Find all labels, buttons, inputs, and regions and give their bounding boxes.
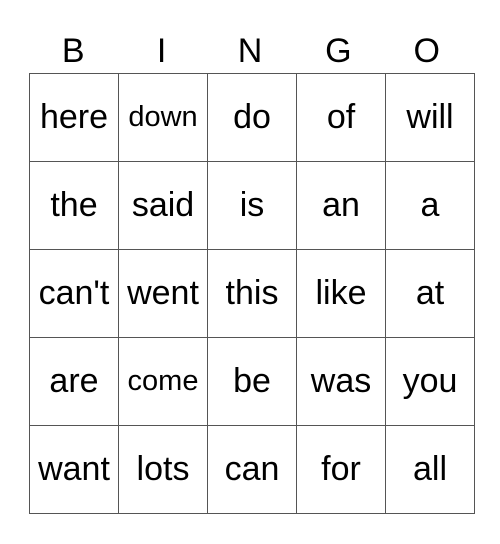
header-letter-g: G bbox=[325, 32, 352, 70]
grid-row: the said is an a bbox=[29, 161, 475, 250]
bingo-cell[interactable]: down bbox=[118, 73, 208, 162]
bingo-cell[interactable]: said bbox=[118, 161, 208, 250]
header-letter-b: B bbox=[61, 32, 85, 70]
header-letter-i: I bbox=[156, 32, 167, 70]
bingo-cell[interactable]: the bbox=[29, 161, 119, 250]
bingo-cell[interactable]: want bbox=[29, 425, 119, 514]
grid-row: want lots can for all bbox=[29, 425, 475, 514]
bingo-cell[interactable]: will bbox=[385, 73, 475, 162]
bingo-cell[interactable]: like bbox=[296, 249, 386, 338]
header-letter-n: N bbox=[237, 32, 263, 70]
bingo-cell[interactable]: a bbox=[385, 161, 475, 250]
bingo-cell[interactable]: you bbox=[385, 337, 475, 426]
bingo-cell[interactable]: be bbox=[207, 337, 297, 426]
bingo-cell[interactable]: can bbox=[207, 425, 297, 514]
grid-row: can't went this like at bbox=[29, 249, 475, 338]
bingo-cell[interactable]: here bbox=[29, 73, 119, 162]
bingo-cell[interactable]: went bbox=[118, 249, 208, 338]
bingo-cell[interactable]: this bbox=[207, 249, 297, 338]
bingo-cell[interactable]: is bbox=[207, 161, 297, 250]
bingo-cell[interactable]: all bbox=[385, 425, 475, 514]
bingo-grid: here down do of will the said is an a ca… bbox=[29, 73, 475, 514]
bingo-cell[interactable]: are bbox=[29, 337, 119, 426]
bingo-cell[interactable]: was bbox=[296, 337, 386, 426]
bingo-cell[interactable]: of bbox=[296, 73, 386, 162]
grid-row: are come be was you bbox=[29, 337, 475, 426]
grid-row: here down do of will bbox=[29, 73, 475, 162]
bingo-cell[interactable]: come bbox=[118, 337, 208, 426]
bingo-header: B I N G O bbox=[29, 30, 471, 73]
bingo-cell[interactable]: at bbox=[385, 249, 475, 338]
bingo-cell[interactable]: can't bbox=[29, 249, 119, 338]
bingo-cell[interactable]: an bbox=[296, 161, 386, 250]
bingo-cell[interactable]: for bbox=[296, 425, 386, 514]
header-letter-o: O bbox=[413, 32, 440, 70]
bingo-cell[interactable]: lots bbox=[118, 425, 208, 514]
bingo-cell[interactable]: do bbox=[207, 73, 297, 162]
